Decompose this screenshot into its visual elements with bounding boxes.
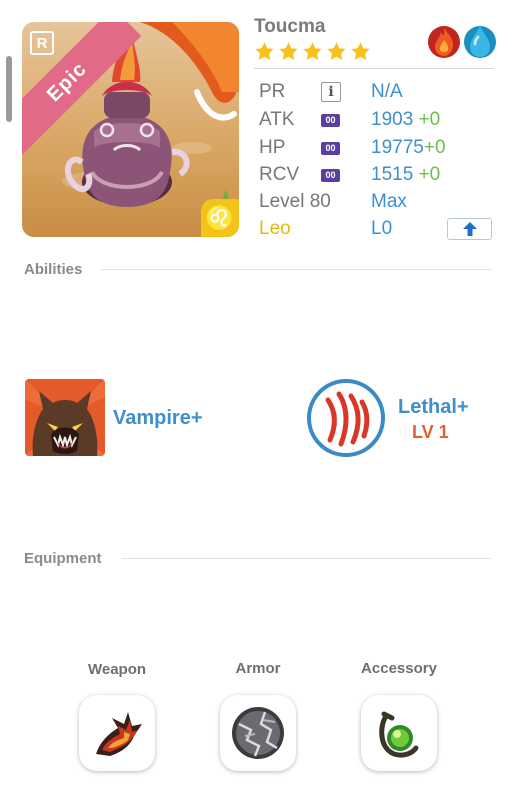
level-value: Max — [371, 191, 407, 212]
stat-label: RCV — [259, 164, 300, 185]
star-rating — [254, 41, 371, 62]
stat-bonus: +0 — [423, 137, 446, 158]
stat-row-rcv: RCV 00 1515 +0 — [259, 162, 440, 188]
info-icon[interactable]: i — [321, 82, 341, 102]
section-divider — [122, 558, 492, 559]
section-divider — [101, 269, 492, 270]
character-portrait[interactable]: Epic R ♌ — [22, 22, 239, 237]
star-icon — [279, 42, 298, 60]
stat-value: N/A — [371, 81, 403, 102]
stat-bonus: +0 — [418, 109, 441, 130]
header-divider — [254, 68, 494, 69]
stat-value-group: 19775+0 — [371, 137, 446, 159]
stat-label: ATK — [259, 109, 295, 130]
stat-value: 1515 — [371, 164, 414, 185]
scrollbar[interactable] — [6, 56, 12, 122]
zodiac-leo-icon: ♌ — [201, 199, 239, 237]
stat-row-pr: PR i N/A — [259, 79, 403, 105]
stat-row-hp: HP 00 19775+0 — [259, 135, 446, 161]
stat-row-level: Level 80 Max — [259, 189, 407, 215]
star-icon — [303, 42, 322, 60]
section-title-abilities: Abilities — [24, 261, 83, 278]
stat-value-group: 1515 +0 — [371, 164, 440, 186]
stat-boost-chip[interactable]: 00 — [321, 141, 340, 155]
weapon-slot[interactable] — [79, 695, 155, 771]
upgrade-button[interactable] — [447, 218, 492, 240]
armor-slot[interactable] — [220, 695, 296, 771]
green-orb-icon — [379, 711, 419, 758]
ability-level: LV 1 — [412, 422, 449, 442]
zodiac-level-value: L0 — [371, 218, 393, 239]
section-title-equipment: Equipment — [24, 550, 102, 567]
element-icons — [426, 20, 498, 60]
stat-value: 1903 — [371, 109, 414, 130]
equipment-slot-label: Armor — [235, 660, 281, 677]
stat-label: PR — [259, 81, 286, 102]
ability-name[interactable]: Lethal+ — [398, 396, 469, 419]
accessory-slot[interactable] — [361, 695, 437, 771]
character-name: Toucma — [254, 16, 326, 37]
stat-label: HP — [259, 137, 286, 158]
arrow-up-icon — [462, 222, 477, 236]
equipment-slot-label: Accessory — [361, 660, 437, 677]
rarity-badge: R — [30, 31, 54, 55]
stat-row-atk: ATK 00 1903 +0 — [259, 107, 440, 133]
flame-claw-icon — [96, 712, 142, 756]
cracked-shield-icon — [232, 707, 284, 759]
stat-boost-chip[interactable]: 00 — [321, 168, 340, 182]
stat-boost-chip[interactable]: 00 — [321, 113, 340, 127]
star-icon — [255, 42, 274, 60]
water-element-icon — [464, 26, 496, 58]
equipment-slot-label: Weapon — [87, 661, 147, 678]
claw-marks-icon[interactable] — [306, 378, 386, 458]
stat-value-group: 1903 +0 — [371, 109, 440, 131]
werewolf-icon[interactable] — [25, 379, 105, 456]
stat-row-sign: Leo L0 — [259, 216, 392, 242]
stat-bonus: +0 — [418, 164, 441, 185]
stat-value: 19775 — [371, 137, 424, 158]
star-icon — [351, 42, 370, 60]
ability-name[interactable]: Vampire+ — [113, 407, 203, 430]
level-label: Level 80 — [259, 191, 331, 212]
star-icon — [327, 42, 346, 60]
zodiac-sign-label: Leo — [259, 218, 291, 239]
fire-element-icon — [428, 26, 460, 58]
